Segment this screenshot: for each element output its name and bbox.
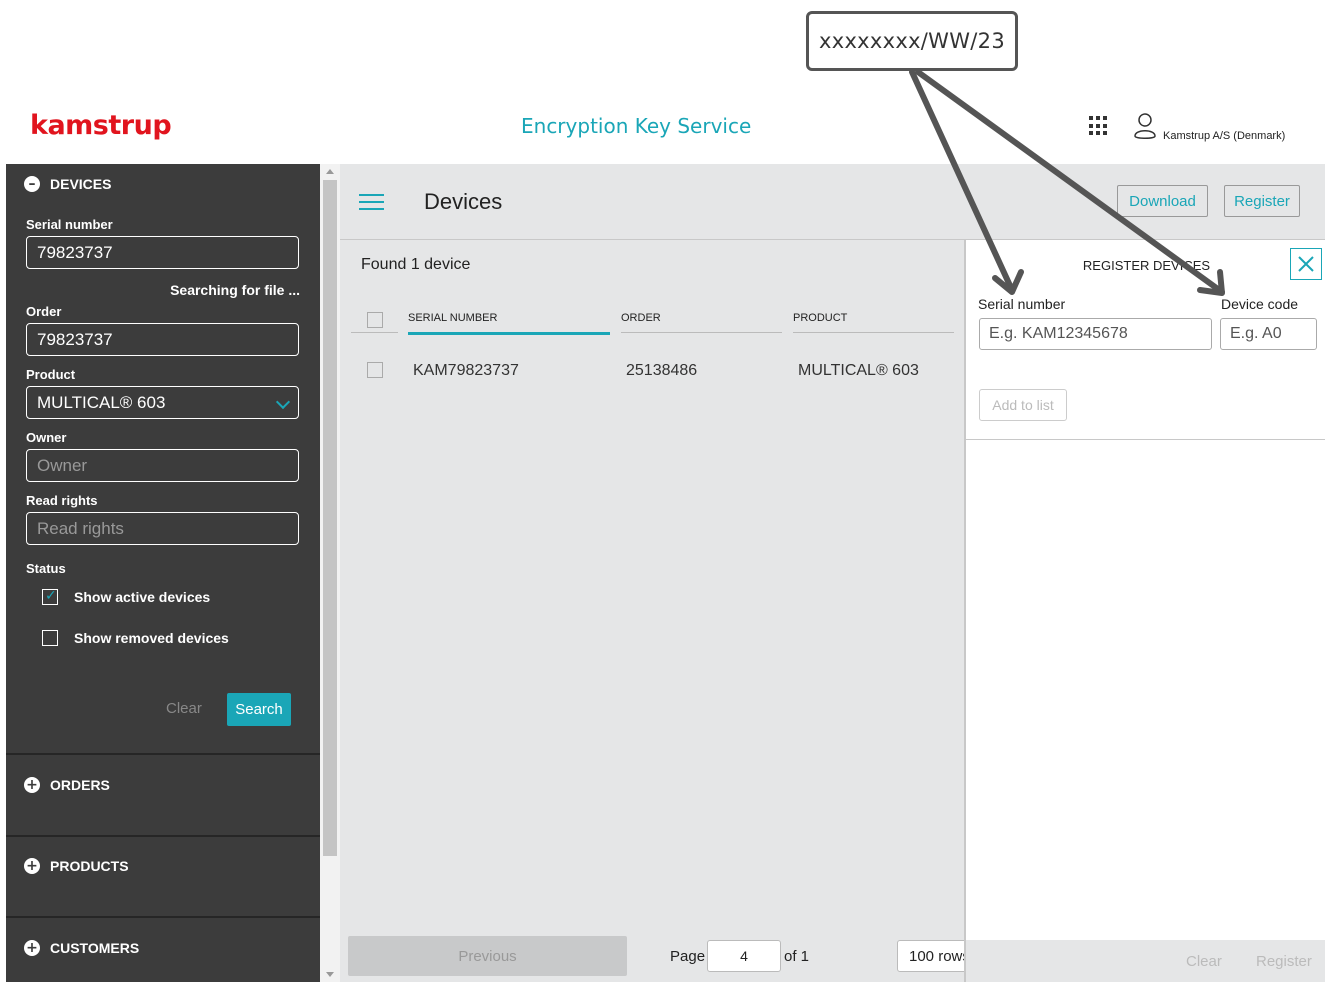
collapse-icon: – xyxy=(24,176,40,192)
owner-input[interactable]: Owner xyxy=(26,449,299,482)
expand-icon: + xyxy=(24,858,40,874)
header-underline xyxy=(351,332,398,333)
expand-icon: + xyxy=(24,777,40,793)
register-serial-input[interactable]: E.g. KAM12345678 xyxy=(979,318,1212,350)
status-label: Status xyxy=(26,561,66,576)
main-content: Devices Download Register Found 1 device… xyxy=(340,164,1325,982)
serial-number-input[interactable]: 79823737 xyxy=(26,236,299,269)
apps-grid-icon[interactable] xyxy=(1089,116,1109,136)
customers-section-label: CUSTOMERS xyxy=(50,940,140,956)
expand-icon: + xyxy=(24,940,40,956)
cell-serial[interactable]: KAM79823737 xyxy=(413,362,519,380)
products-section-label: PRODUCTS xyxy=(50,858,129,874)
select-all-checkbox[interactable] xyxy=(367,312,383,328)
header-underline xyxy=(621,332,782,333)
column-header-serial[interactable]: SERIAL NUMBER xyxy=(408,312,497,324)
product-label: Product xyxy=(26,367,76,382)
cell-product[interactable]: MULTICAL® 603 xyxy=(798,362,919,380)
search-button[interactable]: Search xyxy=(227,693,291,726)
search-sidebar: – DEVICES Serial number 79823737 Searchi… xyxy=(6,164,320,982)
owner-label: Owner xyxy=(26,430,67,445)
sort-indicator xyxy=(408,332,610,335)
show-active-checkbox[interactable] xyxy=(42,587,58,605)
show-active-label: Show active devices xyxy=(74,589,211,605)
scrollbar-thumb[interactable] xyxy=(323,180,337,856)
show-removed-label: Show removed devices xyxy=(74,630,229,646)
user-icon[interactable] xyxy=(1133,112,1159,140)
section-divider xyxy=(6,753,320,755)
orders-section-header[interactable]: + ORDERS xyxy=(24,777,110,793)
page-title: Devices xyxy=(424,189,503,214)
show-removed-checkbox[interactable] xyxy=(42,630,58,646)
searching-status: Searching for file ... xyxy=(170,282,300,298)
column-header-order[interactable]: ORDER xyxy=(621,312,661,324)
customers-section-header[interactable]: + CUSTOMERS xyxy=(24,940,139,956)
panel-clear-button[interactable]: Clear xyxy=(1186,953,1222,970)
hamburger-menu-icon[interactable] xyxy=(359,194,384,210)
device-code-input[interactable]: E.g. A0 xyxy=(1220,318,1317,350)
chevron-down-icon xyxy=(275,394,291,410)
order-input[interactable]: 79823737 xyxy=(26,323,299,356)
panel-register-button[interactable]: Register xyxy=(1256,953,1312,970)
organization-name: Kamstrup A/S (Denmark) xyxy=(1163,130,1286,142)
previous-button[interactable]: Previous xyxy=(348,936,627,976)
products-section-header[interactable]: + PRODUCTS xyxy=(24,858,129,874)
register-devices-panel: REGISTER DEVICES Serial number Device co… xyxy=(964,240,1325,982)
kamstrup-logo: kamstrup xyxy=(30,110,172,141)
read-rights-label: Read rights xyxy=(26,493,98,508)
panel-footer: Clear Register xyxy=(966,940,1325,982)
app-title: Encryption Key Service xyxy=(521,114,752,138)
register-button[interactable]: Register xyxy=(1224,185,1300,217)
column-header-product[interactable]: PRODUCT xyxy=(793,312,847,324)
clear-button[interactable]: Clear xyxy=(166,700,202,717)
product-select-value: MULTICAL® 603 xyxy=(37,392,166,412)
cell-order[interactable]: 25138486 xyxy=(626,362,697,380)
devices-toolbar: Devices Download Register xyxy=(340,164,1325,240)
add-to-list-button[interactable]: Add to list xyxy=(979,389,1067,421)
serial-number-label: Serial number xyxy=(978,296,1066,312)
annotation-callout: xxxxxxxx/WW/23 xyxy=(806,11,1018,71)
panel-title: REGISTER DEVICES xyxy=(1082,258,1211,273)
close-panel-button[interactable] xyxy=(1290,248,1322,280)
results-count: Found 1 device xyxy=(361,256,471,273)
page-number-input[interactable]: 4 xyxy=(707,940,781,972)
page-label: Page xyxy=(670,948,706,965)
device-code-label: Device code xyxy=(1221,296,1299,312)
product-select[interactable]: MULTICAL® 603 xyxy=(26,386,299,419)
serial-number-label: Serial number xyxy=(26,217,113,232)
panel-divider xyxy=(966,439,1325,440)
read-rights-input[interactable]: Read rights xyxy=(26,512,299,545)
devices-section-label: DEVICES xyxy=(50,176,112,192)
devices-section-header[interactable]: – DEVICES xyxy=(24,176,111,192)
section-divider xyxy=(6,916,320,918)
scroll-up-arrow-icon[interactable] xyxy=(326,169,334,174)
section-divider xyxy=(6,835,320,837)
orders-section-label: ORDERS xyxy=(50,777,110,793)
header-underline xyxy=(793,332,954,333)
page-total: of 1 xyxy=(784,948,810,965)
scroll-down-arrow-icon[interactable] xyxy=(326,972,334,977)
download-button[interactable]: Download xyxy=(1117,185,1208,217)
order-label: Order xyxy=(26,304,62,319)
close-icon xyxy=(1298,256,1314,272)
sidebar-scrollbar[interactable] xyxy=(320,164,340,982)
row-checkbox[interactable] xyxy=(367,362,383,378)
